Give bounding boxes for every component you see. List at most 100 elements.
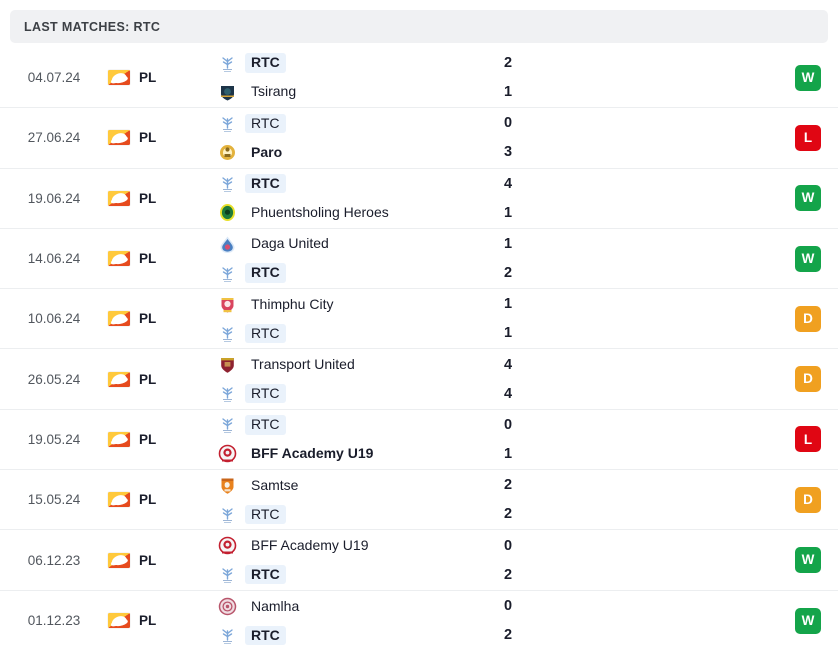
status-badge: W <box>795 245 821 272</box>
rtc-crest <box>218 264 245 283</box>
league-cell[interactable]: PL <box>108 229 208 288</box>
team-line-away[interactable]: RTC <box>218 323 502 344</box>
teams-cell: RTC BFF Academy U19 <box>208 410 502 469</box>
score-away: 2 <box>504 265 513 282</box>
rtc-crest <box>218 626 245 645</box>
rtc-crest <box>218 324 245 343</box>
team-name-away: Phuentsholing Heroes <box>251 204 389 221</box>
scores-cell: 4 1 <box>502 169 778 228</box>
league-code: PL <box>139 130 157 146</box>
result-cell: W <box>778 591 838 651</box>
table-row[interactable]: 01.12.23 PL Namlha RTC 0 2 W <box>0 591 838 651</box>
status-badge: W <box>795 64 821 91</box>
team-line-home[interactable]: Namlha <box>218 596 502 617</box>
team-name-home: RTC <box>245 113 286 134</box>
rtc-crest <box>218 174 245 193</box>
team-line-home[interactable]: Daga United <box>218 234 502 255</box>
team-line-home[interactable]: RTC <box>218 414 502 435</box>
league-cell[interactable]: PL <box>108 530 208 589</box>
match-list: 04.07.24 PL RTC Tsirang 2 1 W 27.06.24 P… <box>0 48 838 651</box>
result-cell: W <box>778 48 838 107</box>
score-away: 1 <box>504 84 513 101</box>
league-cell[interactable]: PL <box>108 169 208 228</box>
phuentsholing-heroes-crest <box>218 203 245 222</box>
table-row[interactable]: 15.05.24 PL Samtse RTC 2 2 D <box>0 470 838 531</box>
bff-academy-u19-crest <box>218 444 245 463</box>
league-cell[interactable]: PL <box>108 591 208 651</box>
page-title: LAST MATCHES: RTC <box>24 19 161 34</box>
status-badge: W <box>795 607 821 634</box>
table-row[interactable]: 06.12.23 PL BFF Academy U19 RTC 0 2 W <box>0 530 838 591</box>
bhutan-flag-icon <box>108 130 130 146</box>
result-cell: D <box>778 470 838 529</box>
team-line-away[interactable]: RTC <box>218 625 502 646</box>
bhutan-flag-icon <box>108 431 130 447</box>
team-name-away: RTC <box>245 564 286 585</box>
table-row[interactable]: 04.07.24 PL RTC Tsirang 2 1 W <box>0 48 838 109</box>
result-cell: D <box>778 289 838 348</box>
thimphu-city-crest <box>218 295 245 314</box>
team-line-home[interactable]: RTC <box>218 173 502 194</box>
bhutan-flag-icon <box>108 371 130 387</box>
score-home: 0 <box>504 416 513 433</box>
league-cell[interactable]: PL <box>108 410 208 469</box>
team-line-home[interactable]: RTC <box>218 113 502 134</box>
table-row[interactable]: 10.06.24 PL Thimphu City RTC 1 1 D <box>0 289 838 350</box>
table-row[interactable]: 19.06.24 PL RTC Phuentsholing Heroes 4 1 <box>0 169 838 229</box>
team-line-away[interactable]: RTC <box>218 263 502 284</box>
league-code: PL <box>139 190 157 206</box>
team-line-away[interactable]: Phuentsholing Heroes <box>218 202 502 223</box>
league-cell[interactable]: PL <box>108 470 208 529</box>
score-home: 1 <box>504 296 513 313</box>
result-cell: W <box>778 229 838 288</box>
score-home: 1 <box>504 236 513 253</box>
table-row[interactable]: 27.06.24 PL RTC Paro 0 3 L <box>0 108 838 169</box>
status-badge: D <box>795 366 821 393</box>
rtc-crest <box>218 415 245 434</box>
team-line-away[interactable]: RTC <box>218 564 502 585</box>
status-badge: L <box>795 124 821 151</box>
teams-cell: Daga United RTC <box>208 229 502 288</box>
score-away: 1 <box>504 204 513 221</box>
result-cell: W <box>778 169 838 228</box>
bhutan-flag-icon <box>108 251 130 267</box>
widget-header: LAST MATCHES: RTC <box>10 10 828 43</box>
score-home: 2 <box>504 477 513 494</box>
team-name-home: RTC <box>245 415 286 435</box>
score-away: 2 <box>504 566 513 583</box>
team-line-away[interactable]: Tsirang <box>218 82 502 103</box>
match-date: 04.07.24 <box>27 70 81 86</box>
league-code: PL <box>139 492 157 508</box>
teams-cell: Namlha RTC <box>208 591 502 651</box>
team-name-away: RTC <box>245 625 286 645</box>
team-line-away[interactable]: RTC <box>218 504 502 525</box>
team-line-away[interactable]: RTC <box>218 383 502 404</box>
team-line-away[interactable]: BFF Academy U19 <box>218 443 502 464</box>
team-line-home[interactable]: Thimphu City <box>218 294 502 315</box>
league-code: PL <box>139 311 157 327</box>
league-code: PL <box>139 371 157 387</box>
teams-cell: BFF Academy U19 RTC <box>208 530 502 589</box>
team-line-home[interactable]: Samtse <box>218 475 502 496</box>
league-cell[interactable]: PL <box>108 289 208 348</box>
team-name-away: Tsirang <box>251 83 297 100</box>
team-line-home[interactable]: BFF Academy U19 <box>218 535 502 556</box>
league-cell[interactable]: PL <box>108 349 208 408</box>
team-name-away: RTC <box>245 323 286 344</box>
score-away: 4 <box>504 385 513 402</box>
team-line-away[interactable]: Paro <box>218 142 502 163</box>
match-date: 19.05.24 <box>27 431 81 447</box>
team-name-home: Thimphu City <box>251 295 334 312</box>
table-row[interactable]: 14.06.24 PL Daga United RTC 1 2 W <box>0 229 838 290</box>
team-line-home[interactable]: RTC <box>218 53 502 74</box>
league-cell[interactable]: PL <box>108 108 208 167</box>
team-line-home[interactable]: Transport United <box>218 354 502 375</box>
table-row[interactable]: 26.05.24 PL Transport United RTC 4 4 D <box>0 349 838 410</box>
team-name-home: BFF Academy U19 <box>251 536 369 553</box>
match-date: 19.06.24 <box>27 190 81 206</box>
result-cell: D <box>778 349 838 408</box>
league-cell[interactable]: PL <box>108 48 208 107</box>
score-away: 2 <box>504 627 513 644</box>
scores-cell: 4 4 <box>502 349 778 408</box>
table-row[interactable]: 19.05.24 PL RTC BFF Academy U19 0 1 L <box>0 410 838 471</box>
